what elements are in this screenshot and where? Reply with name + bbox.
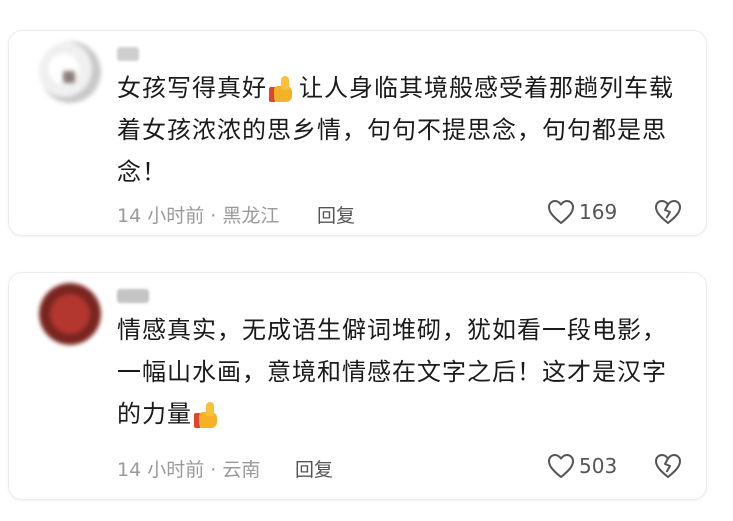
avatar[interactable]	[39, 41, 101, 103]
reply-button[interactable]: 回复	[317, 201, 355, 228]
username[interactable]	[117, 289, 149, 303]
comment-time-location: 14 小时前 · 云南	[117, 459, 261, 481]
comment-text-part: 女孩写得真好	[117, 74, 267, 102]
comment-card: 女孩写得真好 让人身临其境般感受着那趟列车载着女孩浓浓的思乡情，句句不提思念，句句…	[8, 30, 707, 236]
like-count: 503	[579, 454, 618, 478]
heart-icon	[548, 454, 574, 478]
comment-time-location: 14 小时前 · 黑龙江	[117, 205, 280, 227]
broken-heart-icon	[655, 200, 681, 224]
comment-card: 情感真实，无成语生僻词堆砌，犹如看一段电影，一幅山水画，意境和情感在文字之后！这…	[8, 272, 707, 500]
like-count: 169	[579, 200, 618, 224]
dislike-button[interactable]	[654, 199, 682, 229]
avatar[interactable]	[39, 283, 101, 345]
comment-text: 情感真实，无成语生僻词堆砌，犹如看一段电影，一幅山水画，意境和情感在文字之后！这…	[117, 309, 687, 435]
comment-text: 女孩写得真好 让人身临其境般感受着那趟列车载着女孩浓浓的思乡情，句句不提思念，句句…	[117, 67, 687, 193]
heart-icon	[548, 200, 574, 224]
thumbs-up-icon	[269, 74, 297, 104]
thumbs-up-icon	[194, 400, 222, 430]
dislike-button[interactable]	[654, 453, 682, 483]
like-button[interactable]: 503	[547, 453, 617, 479]
reply-button[interactable]: 回复	[295, 455, 333, 482]
like-button[interactable]: 169	[547, 199, 617, 225]
username[interactable]	[117, 47, 139, 61]
broken-heart-icon	[655, 454, 681, 478]
